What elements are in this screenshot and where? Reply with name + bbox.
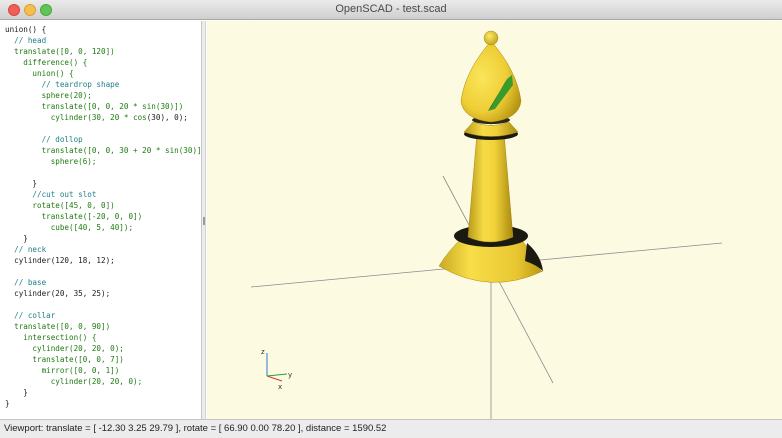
code-line[interactable]: intersection() {	[5, 332, 96, 343]
code-token: // collar	[5, 311, 56, 320]
code-token: union() {	[5, 25, 47, 34]
code-line[interactable]: }	[5, 233, 28, 244]
openscad-window: OpenSCAD - test.scad union() { // head t…	[0, 0, 782, 438]
code-token: }	[5, 388, 28, 397]
code-line[interactable]: cylinder(120, 18, 12);	[5, 255, 115, 266]
code-token: }	[5, 179, 38, 188]
code-line[interactable]: translate([0, 0, 120])	[5, 46, 115, 57]
code-line[interactable]: // dollop	[5, 134, 83, 145]
gizmo-z-label: z	[261, 348, 265, 356]
code-line[interactable]: // base	[5, 277, 46, 288]
gizmo-y-label: y	[288, 371, 292, 379]
code-token: translate([0, 0, 120])	[5, 47, 115, 56]
code-line[interactable]: // head	[5, 35, 46, 46]
code-token: intersection() {	[5, 333, 97, 342]
code-token: sphere(20);	[5, 91, 92, 100]
code-line[interactable]: union() {	[5, 24, 46, 35]
code-line[interactable]: //cut out slot	[5, 189, 96, 200]
code-line[interactable]: mirror([0, 0, 1])	[5, 365, 120, 376]
code-line[interactable]: translate([0, 0, 7])	[5, 354, 124, 365]
code-line[interactable]: // collar	[5, 310, 55, 321]
code-line[interactable]: cylinder(30, 20 * cos(30), 0);	[5, 112, 188, 123]
code-token: sin	[165, 146, 179, 155]
code-token: translate([-20, 0, 0])	[5, 212, 143, 221]
code-line[interactable]: cube([40, 5, 40]);	[5, 222, 133, 233]
code-token: // neck	[5, 245, 47, 254]
code-token: // teardrop shape	[5, 80, 120, 89]
code-token: cylinder(20, 35, 25);	[5, 289, 111, 298]
code-token: translate([0, 0, 20 *	[5, 102, 143, 111]
neck-cylinder	[467, 132, 514, 243]
gizmo-x-line	[266, 375, 283, 382]
viewport-render: z x y	[250, 30, 723, 419]
code-token: (30)])	[178, 146, 202, 155]
gizmo-x-label: x	[278, 383, 282, 391]
gizmo-y-line	[266, 373, 288, 377]
title-bar[interactable]: OpenSCAD - test.scad	[0, 0, 782, 20]
code-token: }	[5, 234, 28, 243]
pane-splitter[interactable]	[202, 21, 206, 419]
code-token: cube([40, 5, 40]);	[5, 223, 134, 232]
code-token: // head	[5, 36, 47, 45]
code-token: (30)])	[155, 102, 184, 111]
code-line[interactable]: cylinder(20, 35, 25);	[5, 288, 110, 299]
code-token: rotate([45, 0, 0])	[5, 201, 115, 210]
code-line[interactable]: translate([0, 0, 90])	[5, 321, 110, 332]
splitter-grip[interactable]	[203, 217, 205, 225]
viewport-status-text: Viewport: translate = [ -12.30 3.25 29.7…	[4, 423, 387, 434]
code-editor[interactable]: union() { // head translate([0, 0, 120])…	[0, 21, 202, 419]
code-token: // base	[5, 278, 47, 287]
code-token: }	[5, 399, 10, 408]
code-token: // dollop	[5, 135, 83, 144]
code-line[interactable]: rotate([45, 0, 0])	[5, 200, 115, 211]
code-line[interactable]: // neck	[5, 244, 46, 255]
code-token: translate([0, 0, 90])	[5, 322, 111, 331]
code-line[interactable]: translate([-20, 0, 0])	[5, 211, 143, 222]
code-token: cylinder(20, 20, 0);	[5, 377, 143, 386]
dollop-sphere	[483, 30, 499, 46]
code-line[interactable]: cylinder(20, 20, 0);	[5, 376, 142, 387]
code-token: union() {	[5, 69, 74, 78]
3d-viewport[interactable]: z x y	[207, 21, 782, 419]
code-token: mirror([0, 0, 1])	[5, 366, 120, 375]
status-bar: Viewport: translate = [ -12.30 3.25 29.7…	[0, 419, 782, 438]
code-line[interactable]: sphere(20);	[5, 90, 92, 101]
code-line[interactable]: union() {	[5, 68, 74, 79]
code-token: translate([0, 0, 7])	[5, 355, 124, 364]
code-line[interactable]: cylinder(20, 20, 0);	[5, 343, 124, 354]
code-token: (30), 0);	[146, 113, 188, 122]
code-line[interactable]: }	[5, 387, 28, 398]
code-line[interactable]: translate([0, 0, 30 + 20 * sin(30)])	[5, 145, 202, 156]
code-token: difference() {	[5, 58, 88, 67]
code-token: //cut out slot	[5, 190, 97, 199]
code-token: cos	[133, 113, 147, 122]
code-token: cylinder(120, 18, 12);	[5, 256, 115, 265]
code-line[interactable]: // teardrop shape	[5, 79, 120, 90]
window-title: OpenSCAD - test.scad	[335, 3, 447, 15]
code-token: translate([0, 0, 30 + 20 *	[5, 146, 166, 155]
code-line[interactable]: }	[5, 178, 37, 189]
code-token: sin	[142, 102, 156, 111]
code-token: cylinder(30, 20 *	[5, 113, 134, 122]
code-token: sphere(6);	[5, 157, 97, 166]
code-line[interactable]: }	[5, 398, 10, 409]
code-line[interactable]: translate([0, 0, 20 * sin(30)])	[5, 101, 184, 112]
code-line[interactable]: difference() {	[5, 57, 87, 68]
code-line[interactable]: sphere(6);	[5, 156, 97, 167]
code-token: cylinder(20, 20, 0);	[5, 344, 124, 353]
